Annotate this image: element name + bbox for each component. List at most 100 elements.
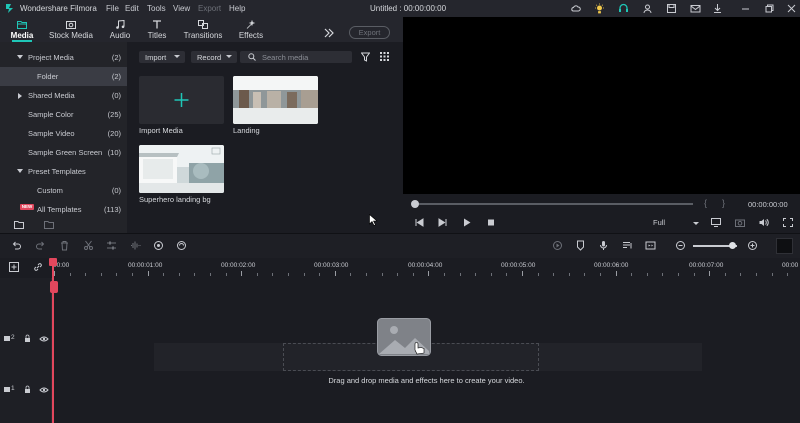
sidebar-item-folder[interactable]: Folder (2) — [0, 67, 127, 86]
lightbulb-icon[interactable] — [594, 3, 605, 14]
sidebar-item-custom[interactable]: Custom (0) — [0, 181, 127, 200]
document-title: Untitled : 00:00:00:00 — [370, 4, 447, 13]
sidebar-item-preset-templates[interactable]: Preset Templates — [0, 162, 127, 181]
link-icon[interactable] — [33, 262, 43, 272]
cut-icon[interactable] — [83, 240, 94, 251]
play-icon[interactable] — [462, 218, 472, 227]
restore-icon[interactable] — [764, 3, 775, 14]
ruler-tick — [334, 271, 336, 276]
mail-icon[interactable] — [690, 3, 701, 14]
media-thumbnail-superhero-landing-bg[interactable] — [139, 145, 224, 193]
scrubber-knob[interactable] — [411, 200, 419, 208]
sidebar-item-sample-color[interactable]: Sample Color (25) — [0, 105, 127, 124]
chevron-down-icon — [174, 55, 180, 58]
ruler-tick — [787, 273, 789, 276]
undo-icon[interactable] — [11, 240, 22, 251]
menu-edit[interactable]: Edit — [125, 4, 139, 13]
redo-icon[interactable] — [35, 240, 46, 251]
timeline-ruler[interactable] — [0, 258, 800, 278]
player-controls — [403, 194, 800, 233]
chevron-down-icon — [226, 55, 232, 58]
import-dropdown[interactable]: Import — [139, 51, 185, 63]
ruler-tick — [381, 273, 383, 276]
marker-icon[interactable] — [575, 240, 586, 251]
media-icon — [17, 20, 27, 29]
drop-media-icon — [377, 318, 431, 356]
menu-help[interactable]: Help — [229, 4, 245, 13]
microphone-icon[interactable] — [598, 240, 609, 251]
save-icon[interactable] — [666, 3, 677, 14]
menu-tools[interactable]: Tools — [147, 4, 166, 13]
sidebar-item-shared-media[interactable]: Shared Media (0) — [0, 86, 127, 105]
headset-icon[interactable] — [618, 3, 629, 14]
sidebar-item-project-media[interactable]: Project Media (2) — [0, 48, 127, 67]
tab-audio[interactable]: Audio — [105, 17, 135, 42]
menu-view[interactable]: View — [173, 4, 190, 13]
ruler-tick — [459, 273, 461, 276]
cloud-icon[interactable] — [570, 3, 581, 14]
step-back-icon[interactable] — [414, 218, 424, 227]
zoom-out-icon[interactable] — [675, 240, 686, 251]
zoom-slider-knob[interactable] — [729, 242, 736, 249]
tab-effects[interactable]: Effects — [235, 17, 267, 42]
ruler-tick — [272, 273, 274, 276]
adjust-icon[interactable] — [106, 240, 117, 251]
ruler-tick — [756, 273, 757, 276]
folder-icon[interactable] — [44, 220, 54, 229]
quality-dropdown[interactable]: Full — [653, 218, 699, 228]
layout-toggle-button[interactable] — [776, 238, 793, 254]
record-dropdown[interactable]: Record — [191, 51, 237, 63]
add-folder-icon[interactable] — [14, 220, 24, 229]
search-input[interactable]: Search media — [240, 51, 352, 63]
delete-icon[interactable] — [59, 240, 70, 251]
display-settings-icon[interactable] — [711, 218, 721, 227]
tab-media[interactable]: Media — [6, 17, 38, 42]
stop-icon[interactable] — [486, 218, 496, 227]
menu-file[interactable]: File — [106, 4, 119, 13]
playhead-handle[interactable] — [49, 258, 57, 266]
ruler-tick — [288, 273, 289, 276]
tab-titles[interactable]: Titles — [143, 17, 171, 42]
ruler-tick — [54, 271, 55, 276]
auto-reframe-icon[interactable] — [176, 240, 187, 251]
download-icon[interactable] — [712, 3, 723, 14]
ruler-tick — [631, 273, 633, 276]
volume-icon[interactable] — [759, 218, 769, 227]
ruler-tick — [241, 271, 243, 276]
ruler-tick — [85, 273, 87, 276]
menu-export[interactable]: Export — [198, 4, 221, 13]
sidebar-item-sample-video[interactable]: Sample Video (20) — [0, 124, 127, 143]
media-item-label: Superhero landing bg — [139, 195, 211, 204]
sidebar-item-all-templates[interactable]: All Templates (113) — [0, 200, 127, 219]
ruler-tick — [553, 273, 555, 276]
filter-icon[interactable] — [361, 52, 370, 62]
ruler-tick — [568, 273, 570, 276]
minimize-icon[interactable] — [740, 3, 751, 14]
render-icon[interactable] — [552, 240, 563, 251]
audio-wave-icon[interactable] — [130, 240, 141, 251]
media-item-label: Import Media — [139, 126, 183, 135]
more-tabs-icon[interactable] — [323, 27, 335, 39]
media-thumbnail-landing[interactable] — [233, 76, 318, 124]
add-track-icon[interactable] — [9, 262, 19, 272]
grid-view-icon[interactable] — [380, 52, 389, 61]
playback-scrubber[interactable] — [417, 203, 693, 205]
snapshot-frame-icon[interactable] — [645, 240, 656, 251]
close-icon[interactable] — [786, 3, 797, 14]
voiceover-list-icon[interactable] — [622, 240, 633, 251]
mark-in-button[interactable]: { — [704, 198, 707, 208]
preview-player[interactable] — [403, 17, 800, 194]
account-icon[interactable] — [642, 3, 653, 14]
play-backward-icon[interactable] — [438, 218, 448, 227]
snapshot-icon[interactable] — [735, 218, 745, 227]
speed-icon[interactable] — [153, 240, 164, 251]
export-button[interactable]: Export — [349, 26, 390, 39]
sidebar-item-sample-green-screen[interactable]: Sample Green Screen (10) — [0, 143, 127, 162]
ruler-tick — [615, 271, 617, 276]
zoom-in-icon[interactable] — [747, 240, 758, 251]
tab-transitions[interactable]: Transitions — [183, 17, 223, 42]
fullscreen-icon[interactable] — [783, 218, 793, 227]
import-media-tile[interactable] — [139, 76, 224, 124]
tab-stock-media[interactable]: Stock Media — [48, 17, 94, 42]
mark-out-button[interactable]: } — [722, 198, 725, 208]
